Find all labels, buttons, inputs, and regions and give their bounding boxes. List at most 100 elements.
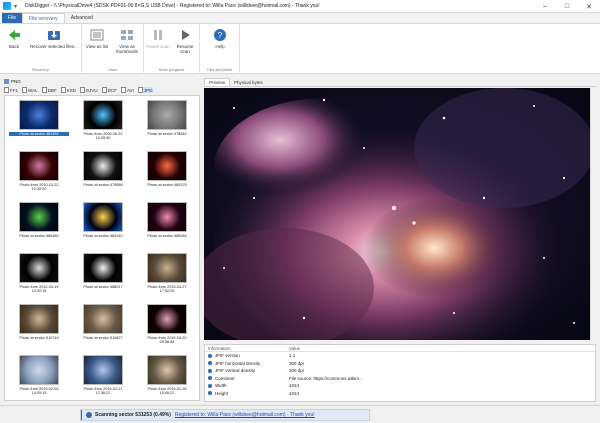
image-preview: [204, 88, 590, 340]
file-icon: [137, 87, 143, 93]
info-value: 300 dpi: [289, 360, 304, 366]
recover-icon: [47, 28, 61, 42]
info-row: JFIF vertical density 300 dpi: [205, 367, 595, 375]
thumbnail-item[interactable]: Photo from 2019-02-21 17:36:22: [73, 355, 133, 396]
ribbon-group-scan: Pause scan Resume scan Scan progress: [144, 24, 200, 74]
group-label-tips: Tips and tricks: [206, 67, 233, 72]
thumbnail-caption: Photo at sector 485084: [147, 234, 187, 238]
thumbnail-item[interactable]: Photo from 2012-03-19 13:32:15: [9, 253, 69, 294]
thumbnail-image: [83, 202, 123, 232]
thumbnail-item[interactable]: Photo at sector 481934: [9, 100, 69, 137]
file-type-dbf[interactable]: DBF: [41, 87, 57, 93]
thumbnail-grid[interactable]: Photo at sector 481934 Photo from 2005-05…: [4, 95, 200, 401]
path-bar[interactable]: PNG: [4, 78, 200, 85]
thumbnails-view-icon: [120, 28, 134, 42]
thumbnail-item[interactable]: Photo from 2005-05-20 19:35:30: [73, 100, 133, 141]
info-header-key: Information: [208, 345, 231, 351]
view-as-list-button[interactable]: View as list: [84, 28, 110, 49]
info-value: 1.1: [289, 353, 296, 359]
thumbnail-item[interactable]: Photo from 2010-10-22 12:39:20: [9, 151, 69, 192]
info-bullet-icon: [208, 353, 212, 358]
info-row: JFIF version 1.1: [205, 352, 595, 360]
info-bullet-icon: [208, 361, 212, 366]
thumbnail-caption: Photo from 2019-04-27 17:52:25: [147, 285, 187, 294]
thumbnail-caption: Photo at sector 478640: [147, 132, 187, 136]
thumbnail-item[interactable]: Photo at sector 485084: [137, 202, 197, 238]
view-as-thumbnails-button[interactable]: View as thumbnails: [112, 28, 142, 54]
group-label-recovery: Recovery: [32, 67, 49, 72]
thumbnail-caption: Photo from 2019-02-03 14:05:15: [19, 387, 59, 396]
preview-scrollbar[interactable]: [590, 88, 596, 340]
info-bullet-icon: [208, 376, 212, 381]
resume-scan-button[interactable]: Resume scan: [172, 28, 198, 54]
thumbnail-item[interactable]: Photo at sector 479888: [73, 151, 133, 187]
thumbnail-image: [83, 151, 123, 181]
tab-file-recovery[interactable]: File recovery: [22, 13, 65, 23]
file-icon: [79, 87, 85, 93]
tab-advanced[interactable]: Advanced: [65, 13, 99, 23]
thumbnail-item[interactable]: Photo at sector 510744: [9, 304, 69, 340]
app-icon: [3, 2, 11, 10]
info-key: Width: [215, 383, 227, 389]
quick-access-dropdown[interactable]: ▾: [14, 3, 17, 10]
info-row: Comment File source: https://commons.wiki…: [205, 375, 595, 383]
info-icon: [86, 412, 92, 418]
file-type-label: DBF: [47, 87, 57, 93]
thumbnail-image: [19, 304, 59, 334]
file-icon: [4, 87, 9, 93]
thumbnail-image: [19, 355, 59, 385]
tab-file[interactable]: File: [2, 13, 23, 23]
file-type-label: DJVU: [85, 87, 98, 93]
registration-link[interactable]: Registered to: Willa Pace (willsbee@hotm…: [175, 412, 315, 418]
recover-selected-button[interactable]: Recover selected files...: [28, 28, 80, 49]
file-type-label: FF1: [10, 87, 19, 93]
thumbnail-item[interactable]: Photo from 2019-04-27 17:52:25: [137, 253, 197, 294]
thumbnail-item[interactable]: Photo at sector 480480: [9, 202, 69, 238]
file-type-label: DCF: [107, 87, 117, 93]
minimize-button[interactable]: –: [534, 0, 556, 13]
thumbnail-image: [147, 100, 187, 130]
info-value: File source: https://commons.wikim...: [289, 375, 363, 381]
thumbnail-item[interactable]: Photo from 2019-04-20 09:56:58: [137, 304, 197, 345]
thumbnail-caption: Photo at sector 480178: [147, 183, 187, 187]
thumbnail-item[interactable]: Photo at sector 480178: [137, 151, 197, 187]
thumbnail-item[interactable]: Photo from 2019-01-28 15:06:22: [137, 355, 197, 396]
thumbnail-caption: Photo from 2019-02-21 17:36:22: [83, 387, 123, 396]
file-type-jpg[interactable]: JPG: [137, 87, 153, 93]
file-icon: [41, 87, 47, 93]
file-type-dcf[interactable]: DCF: [101, 87, 117, 93]
file-type-ksd[interactable]: KSD: [60, 87, 76, 93]
file-type-wal[interactable]: WAL: [22, 87, 38, 93]
thumbnail-item[interactable]: Photo at sector 478640: [137, 100, 197, 136]
file-type-djvu[interactable]: DJVU: [79, 87, 98, 93]
thumbnail-image: [19, 100, 59, 130]
pause-scan-button[interactable]: Pause scan: [146, 28, 170, 49]
thumbnail-item[interactable]: Photo from 2019-02-03 14:05:15: [9, 355, 69, 396]
thumbnail-item[interactable]: Photo at sector 484240: [73, 202, 133, 238]
thumbnail-item[interactable]: Photo at sector 488017: [73, 253, 133, 289]
ribbon-tabs: File File recovery Advanced: [0, 13, 600, 24]
thumbnail-image: [19, 202, 59, 232]
tab-physical-bytes[interactable]: Physical bytes: [230, 79, 267, 86]
maximize-button[interactable]: □: [556, 0, 578, 13]
close-button[interactable]: ✕: [578, 0, 600, 13]
thumbnail-image: [147, 253, 187, 283]
info-header: Information Value: [205, 345, 595, 352]
preview-tabs: Preview Physical bytes: [204, 78, 596, 87]
file-type-ff1[interactable]: FF1: [4, 87, 18, 93]
file-type-avi[interactable]: AVI: [120, 87, 134, 93]
info-row: Height 1024: [205, 390, 595, 398]
help-button[interactable]: ? Help: [204, 28, 236, 49]
file-type-label: JPG: [143, 87, 153, 93]
thumbnail-image: [83, 100, 123, 130]
thumbnail-caption: Photo at sector 479888: [83, 183, 123, 187]
ribbon: Back Recover selected files... Recovery …: [0, 24, 600, 74]
info-key: JFIF horizontal density: [215, 360, 261, 366]
image-type-icon: [4, 79, 9, 84]
back-button[interactable]: Back: [2, 28, 26, 49]
info-value: 1024: [289, 383, 300, 389]
thumbnail-image: [147, 355, 187, 385]
info-row: Width 1024: [205, 382, 595, 390]
tab-preview[interactable]: Preview: [204, 78, 231, 86]
thumbnail-item[interactable]: Photo at sector 510627: [73, 304, 133, 340]
